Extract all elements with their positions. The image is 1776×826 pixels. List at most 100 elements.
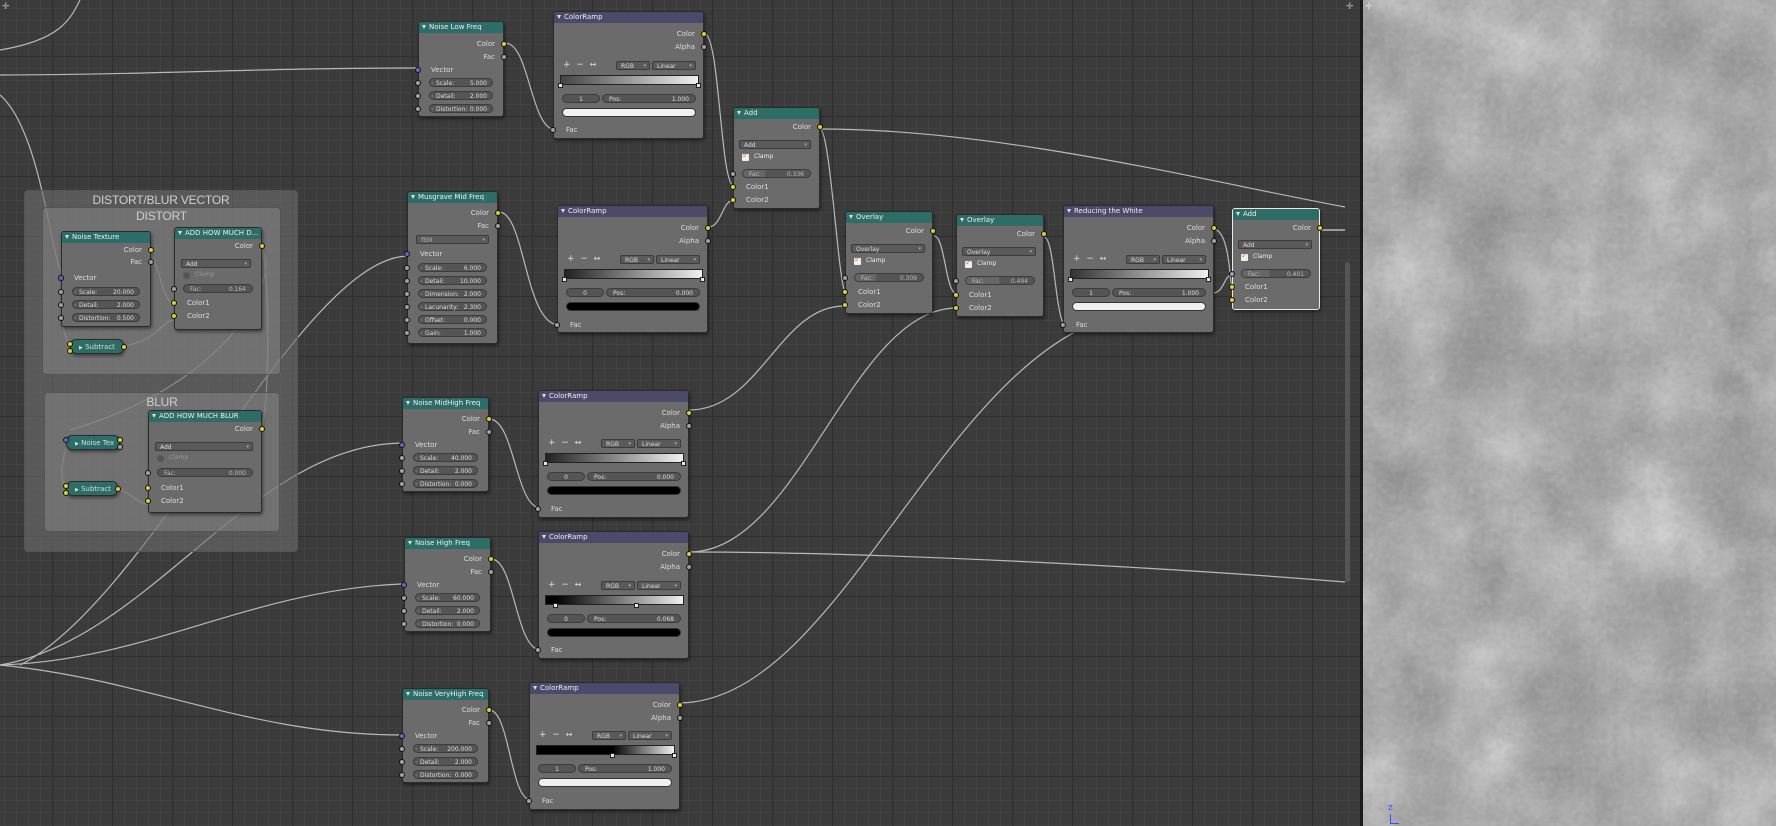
blend-mode-dropdown[interactable]: Add ▾ [155, 442, 253, 451]
distortion-field[interactable]: ‹ Distortion: 0.000 [413, 479, 478, 488]
scale-field[interactable]: ‹ Scale: 20.000 [72, 287, 140, 296]
stop-color-swatch[interactable] [547, 628, 681, 637]
input-socket[interactable] [58, 275, 64, 281]
output-socket[interactable] [817, 124, 823, 130]
node-musgrave-mid-freq[interactable]: Musgrave Mid Freq Color Fac fBM ▾ Vector … [404, 191, 501, 344]
color-mode-dropdown[interactable]: RGB ▾ [601, 581, 635, 590]
collapse-triangle-icon[interactable] [406, 692, 410, 696]
input-socket[interactable] [63, 483, 69, 489]
ramp-stop-handle[interactable] [700, 277, 705, 282]
output-socket[interactable] [117, 437, 123, 443]
collapse-triangle-icon[interactable]: ▶ [79, 345, 83, 351]
input-socket[interactable] [58, 289, 64, 295]
minus-icon[interactable]: − [576, 60, 584, 70]
output-socket[interactable] [705, 238, 711, 244]
output-socket[interactable] [686, 564, 692, 570]
collapse-triangle-icon[interactable] [406, 401, 410, 405]
output-socket[interactable] [495, 210, 501, 216]
input-socket[interactable] [404, 251, 410, 257]
input-socket[interactable] [404, 330, 410, 336]
input-socket[interactable] [554, 322, 560, 328]
input-socket[interactable] [399, 468, 405, 474]
scale-field[interactable]: ‹ Scale: 6.000 [418, 263, 487, 272]
minus-icon[interactable]: − [561, 438, 569, 448]
output-socket[interactable] [148, 259, 154, 265]
collapse-triangle-icon[interactable] [1236, 212, 1240, 216]
blend-mode-dropdown[interactable]: Add ▾ [1238, 240, 1312, 249]
detail-field[interactable]: ‹ Detail: 2.000 [429, 91, 493, 100]
node-colorramp[interactable]: ColorRamp Color Alpha + − ↔ RGB ▾ Linear ▾… [535, 390, 692, 518]
stop-position-field[interactable]: Pos: 0.068 [587, 614, 681, 623]
blend-mode-dropdown[interactable]: Overlay ▾ [851, 244, 925, 253]
input-socket[interactable] [399, 442, 405, 448]
clamp-checkbox[interactable] [183, 272, 190, 279]
collapse-triangle-icon[interactable] [542, 394, 546, 398]
node-header[interactable]: Add [1233, 209, 1319, 220]
collapse-triangle-icon[interactable] [561, 209, 565, 213]
detail-field[interactable]: ‹ Detail: 2.000 [415, 606, 480, 615]
input-socket[interactable] [730, 197, 736, 203]
preview-corner-icon[interactable]: ✛ [1365, 2, 1373, 12]
collapse-triangle-icon[interactable] [960, 218, 964, 222]
input-socket[interactable] [171, 300, 177, 306]
gain-field[interactable]: ‹ Gain: 1.000 [418, 328, 487, 337]
stop-color-swatch[interactable] [547, 486, 681, 495]
input-socket[interactable] [401, 608, 407, 614]
node-colorramp[interactable]: ColorRamp Color Alpha + − ↔ RGB ▾ Linear ▾… [550, 11, 707, 139]
color-mode-dropdown[interactable]: RGB ▾ [620, 255, 654, 264]
output-socket[interactable] [1211, 238, 1217, 244]
output-socket[interactable] [259, 426, 265, 432]
node-colorramp[interactable]: ColorRamp Color Alpha + − ↔ RGB ▾ Linear ▾… [526, 682, 683, 810]
ramp-stop-handle[interactable] [672, 753, 677, 758]
blend-mode-dropdown[interactable]: Add ▾ [739, 140, 811, 149]
plus-icon[interactable]: + [1073, 254, 1081, 264]
node-header[interactable]: ADD HOW MUCH D... [175, 228, 261, 239]
node-header[interactable]: ADD HOW MUCH BLUR [149, 411, 261, 422]
node-noise-low-freq[interactable]: Noise Low Freq Color Fac Vector ‹ Scale: 5… [415, 21, 507, 117]
input-socket[interactable] [145, 498, 151, 504]
collapse-triangle-icon[interactable] [1067, 209, 1071, 213]
plus-icon[interactable]: + [548, 580, 556, 590]
output-socket[interactable] [488, 556, 494, 562]
stop-color-swatch[interactable] [566, 302, 700, 311]
node-header[interactable]: ColorRamp [530, 683, 679, 694]
stop-color-swatch[interactable] [1072, 302, 1206, 311]
stop-position-field[interactable]: Pos: 1.000 [578, 764, 672, 773]
fac-slider[interactable]: Fac: 0.309 [854, 273, 924, 282]
input-socket[interactable] [842, 289, 848, 295]
output-socket[interactable] [501, 41, 507, 47]
node-overlay[interactable]: Overlay Color Overlay ▾ ✓ Clamp Fac: 0.494… [953, 214, 1047, 317]
fac-slider[interactable]: Fac: 0.336 [742, 169, 811, 178]
input-socket[interactable] [145, 485, 151, 491]
color-mode-dropdown[interactable]: RGB ▾ [601, 439, 635, 448]
input-socket[interactable] [401, 621, 407, 627]
node-header[interactable]: ColorRamp [539, 391, 688, 402]
distortion-field[interactable]: ‹ Distortion: 0.500 [72, 313, 140, 322]
stop-index-field[interactable]: 1 [538, 764, 576, 773]
input-socket[interactable] [842, 275, 848, 281]
ramp-stop-handle[interactable] [696, 83, 701, 88]
collapse-triangle-icon[interactable]: ▶ [75, 441, 79, 447]
output-socket[interactable] [148, 247, 154, 253]
collapse-triangle-icon[interactable] [408, 541, 412, 545]
stop-color-swatch[interactable] [538, 778, 672, 787]
node-noise-texture[interactable]: Noise Texture Color Fac Vector ‹ Scale: 20… [58, 231, 154, 327]
output-socket[interactable] [1317, 225, 1323, 231]
node-subtract[interactable]: ▶ Subtract [63, 481, 121, 496]
color-mode-dropdown[interactable]: RGB ▾ [592, 731, 626, 740]
output-socket[interactable] [488, 569, 494, 575]
distortion-field[interactable]: ‹ Distortion: 0.000 [429, 104, 493, 113]
fac-slider[interactable]: Fac: 0.000 [157, 468, 253, 477]
flip-icon[interactable]: ↔ [566, 730, 573, 739]
input-socket[interactable] [404, 265, 410, 271]
collapse-triangle-icon[interactable] [737, 111, 741, 115]
collapse-triangle-icon[interactable] [533, 686, 537, 690]
detail-field[interactable]: ‹ Detail: 2.000 [413, 466, 478, 475]
input-socket[interactable] [415, 93, 421, 99]
input-socket[interactable] [401, 582, 407, 588]
collapse-triangle-icon[interactable] [542, 535, 546, 539]
output-socket[interactable] [259, 243, 265, 249]
color-mode-dropdown[interactable]: RGB ▾ [616, 61, 650, 70]
input-socket[interactable] [58, 315, 64, 321]
input-socket[interactable] [401, 595, 407, 601]
